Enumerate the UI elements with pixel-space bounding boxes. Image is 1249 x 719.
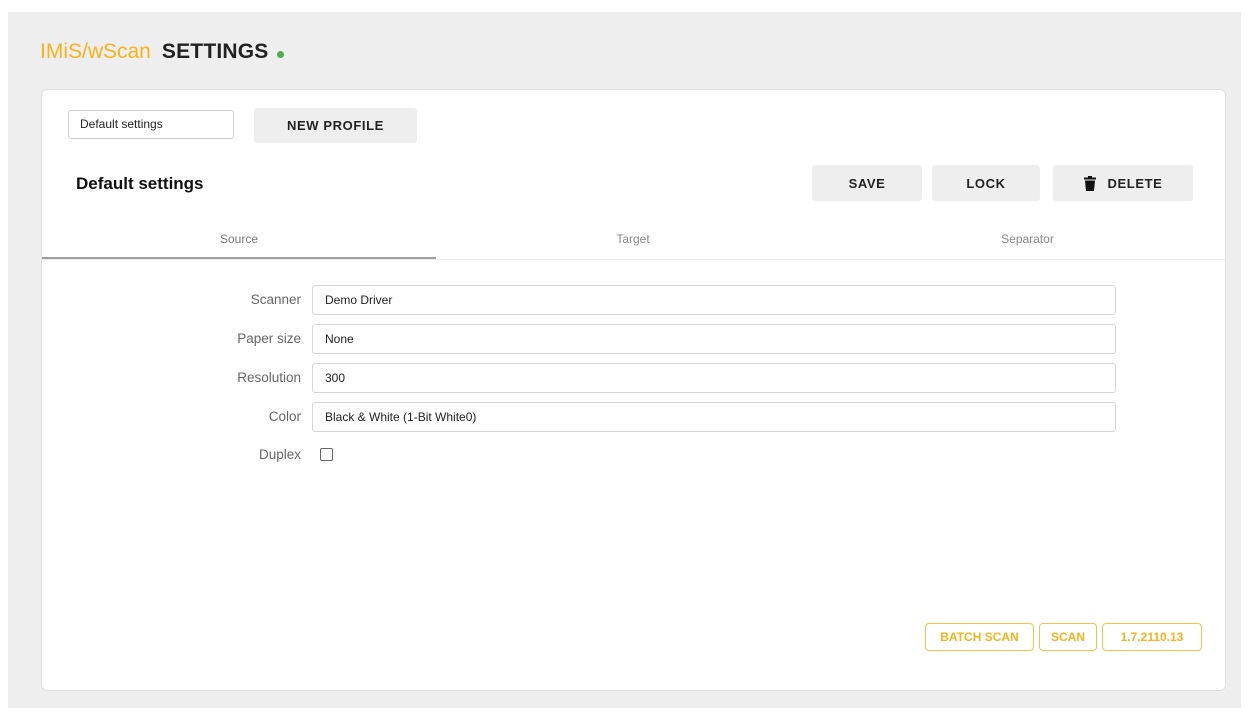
version-badge: 1.7.2110.13 bbox=[1102, 623, 1202, 651]
scan-button[interactable]: SCAN bbox=[1039, 623, 1097, 651]
profile-select[interactable]: Default settings bbox=[68, 110, 234, 139]
lock-button[interactable]: LOCK bbox=[932, 165, 1040, 201]
scanner-select[interactable]: Demo Driver bbox=[312, 285, 1116, 315]
page-title: SETTINGS bbox=[161, 40, 269, 63]
new-profile-button[interactable]: NEW PROFILE bbox=[254, 108, 417, 143]
paper-size-label: Paper size bbox=[237, 331, 301, 346]
duplex-row: Duplex bbox=[42, 440, 1225, 470]
color-select[interactable]: Black & White (1-Bit White0) bbox=[312, 402, 1116, 432]
page-background: IMiS/wScan SETTINGS Default settings NEW… bbox=[8, 12, 1241, 708]
delete-button-label: DELETE bbox=[1107, 175, 1163, 191]
color-row: Color Black & White (1-Bit White0) bbox=[42, 402, 1225, 432]
delete-button[interactable]: DELETE bbox=[1053, 165, 1193, 201]
tab-target[interactable]: Target bbox=[436, 219, 830, 259]
active-tab-indicator bbox=[42, 257, 436, 259]
tab-source[interactable]: Source bbox=[42, 219, 436, 259]
settings-tabs: Source Target Separator bbox=[42, 219, 1225, 260]
color-label: Color bbox=[268, 409, 301, 424]
paper-size-select[interactable]: None bbox=[312, 324, 1116, 354]
resolution-label: Resolution bbox=[237, 370, 301, 385]
duplex-checkbox[interactable] bbox=[320, 448, 333, 461]
batch-scan-button[interactable]: BATCH SCAN bbox=[925, 623, 1034, 651]
trash-icon bbox=[1083, 175, 1096, 191]
app-header: IMiS/wScan SETTINGS bbox=[40, 40, 284, 64]
scanner-label: Scanner bbox=[250, 292, 301, 307]
paper-size-row: Paper size None bbox=[42, 324, 1225, 354]
scanner-row: Scanner Demo Driver bbox=[42, 285, 1225, 315]
resolution-select[interactable]: 300 bbox=[312, 363, 1116, 393]
resolution-row: Resolution 300 bbox=[42, 363, 1225, 393]
settings-card: Default settings NEW PROFILE Default set… bbox=[41, 89, 1226, 691]
brand-logo-text: IMiS/wScan bbox=[40, 40, 151, 63]
save-button[interactable]: SAVE bbox=[812, 165, 922, 201]
duplex-label: Duplex bbox=[258, 447, 301, 462]
status-indicator-icon bbox=[276, 50, 284, 58]
profile-name-heading: Default settings bbox=[76, 174, 204, 193]
tab-separator[interactable]: Separator bbox=[830, 219, 1225, 259]
